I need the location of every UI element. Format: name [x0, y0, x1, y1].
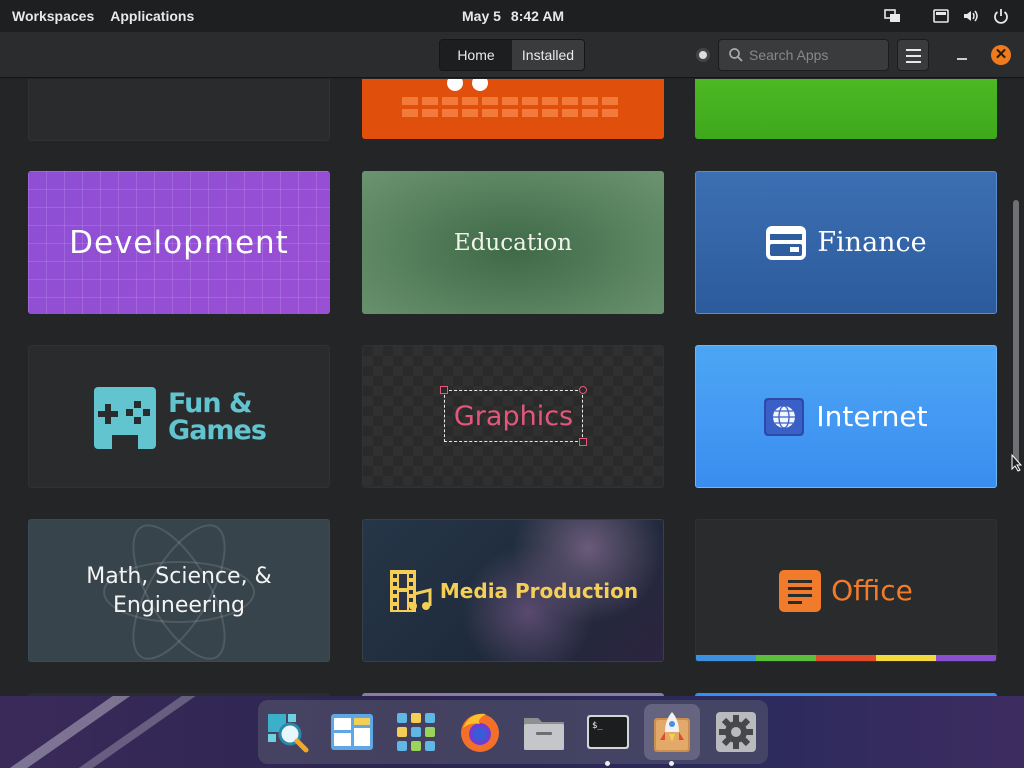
dock-item-search[interactable]: [260, 704, 316, 760]
category-graphics[interactable]: Graphics: [362, 345, 664, 488]
globe-icon: [764, 397, 805, 436]
tab-installed[interactable]: Installed: [512, 40, 584, 70]
applications-button[interactable]: Applications: [110, 8, 194, 24]
office-color-stripe: [696, 655, 996, 661]
category-label: Education: [453, 229, 573, 256]
category-label: Engineering: [112, 592, 245, 618]
view-switcher: Home Installed: [439, 39, 585, 71]
category-finance[interactable]: Finance: [695, 171, 997, 314]
rocket-icon: [654, 712, 690, 752]
close-button[interactable]: ✕: [991, 45, 1011, 65]
document-icon: [779, 569, 822, 612]
film-music-icon: [389, 569, 432, 612]
clock[interactable]: May 5 8:42 AM: [462, 8, 564, 24]
minimize-button[interactable]: [953, 45, 973, 65]
category-media-production[interactable]: Media Production: [362, 519, 664, 662]
category-label: Finance: [817, 227, 927, 258]
clock-time: 8:42 AM: [510, 8, 565, 24]
clock-date: May 5: [462, 8, 501, 24]
dock-item-multitasking[interactable]: [324, 704, 380, 760]
indicator-icon: [696, 48, 710, 62]
top-panel: Workspaces Applications May 5 8:42 AM: [0, 0, 1024, 32]
credit-card-icon: [766, 225, 807, 260]
running-indicator: [605, 761, 610, 766]
dock-item-applications[interactable]: [388, 704, 444, 760]
category-tile-partial[interactable]: [362, 79, 664, 139]
category-tile-partial[interactable]: [695, 79, 997, 139]
gamepad-icon: [94, 386, 157, 449]
dock-item-firefox[interactable]: [452, 704, 508, 760]
category-tile-partial[interactable]: [28, 79, 330, 141]
tab-home[interactable]: Home: [440, 40, 512, 70]
folder-icon: [524, 718, 564, 750]
dock-item-settings[interactable]: [708, 704, 764, 760]
dock: $_: [258, 700, 768, 766]
hamburger-icon: [906, 49, 921, 51]
power-icon[interactable]: [992, 7, 1010, 25]
selection-box: Graphics: [444, 390, 583, 442]
workspaces-button[interactable]: Workspaces: [12, 8, 94, 24]
notification-icon[interactable]: [932, 7, 950, 25]
windows-icon: [331, 714, 373, 750]
dock-item-appcenter[interactable]: [644, 704, 700, 766]
category-label: Math, Science, &: [86, 563, 272, 589]
category-math-science-engineering[interactable]: Math, Science, & Engineering: [28, 519, 330, 662]
dock-item-files[interactable]: [516, 704, 572, 760]
category-internet[interactable]: Internet: [695, 345, 997, 488]
firefox-icon: [461, 713, 499, 752]
minimize-icon: [957, 58, 967, 60]
dock-item-terminal[interactable]: $_: [580, 704, 636, 766]
menu-button[interactable]: [897, 39, 929, 71]
category-grid: Development Education Finance Fun & Game…: [0, 79, 1024, 696]
search-icon: [729, 48, 743, 62]
search-input[interactable]: [749, 40, 885, 70]
category-label: Graphics: [453, 400, 574, 432]
grid-icon: [397, 713, 435, 751]
category-label: Games: [168, 414, 267, 446]
svg-text:$_: $_: [592, 721, 603, 731]
search-field[interactable]: [718, 39, 889, 71]
close-icon: ✕: [994, 46, 1008, 63]
mouse-cursor-icon: [1011, 454, 1023, 472]
scrollbar[interactable]: [1013, 200, 1019, 466]
audio-icon: [402, 79, 618, 117]
category-development[interactable]: Development: [28, 171, 330, 314]
category-fun-games[interactable]: Fun & Games: [28, 345, 330, 488]
system-tray: [884, 7, 1010, 25]
category-label: Development: [69, 224, 289, 261]
display-icon[interactable]: [884, 7, 902, 25]
category-education[interactable]: Education: [362, 171, 664, 314]
terminal-icon: $_: [587, 715, 629, 749]
category-office[interactable]: Office: [695, 519, 997, 662]
magnifier-icon: [268, 714, 309, 753]
gear-icon: [716, 712, 756, 752]
category-label: Internet: [816, 400, 928, 433]
running-indicator: [669, 761, 674, 766]
category-label: Office: [831, 574, 913, 607]
category-label: Media Production: [439, 578, 639, 603]
volume-icon[interactable]: [962, 7, 980, 25]
